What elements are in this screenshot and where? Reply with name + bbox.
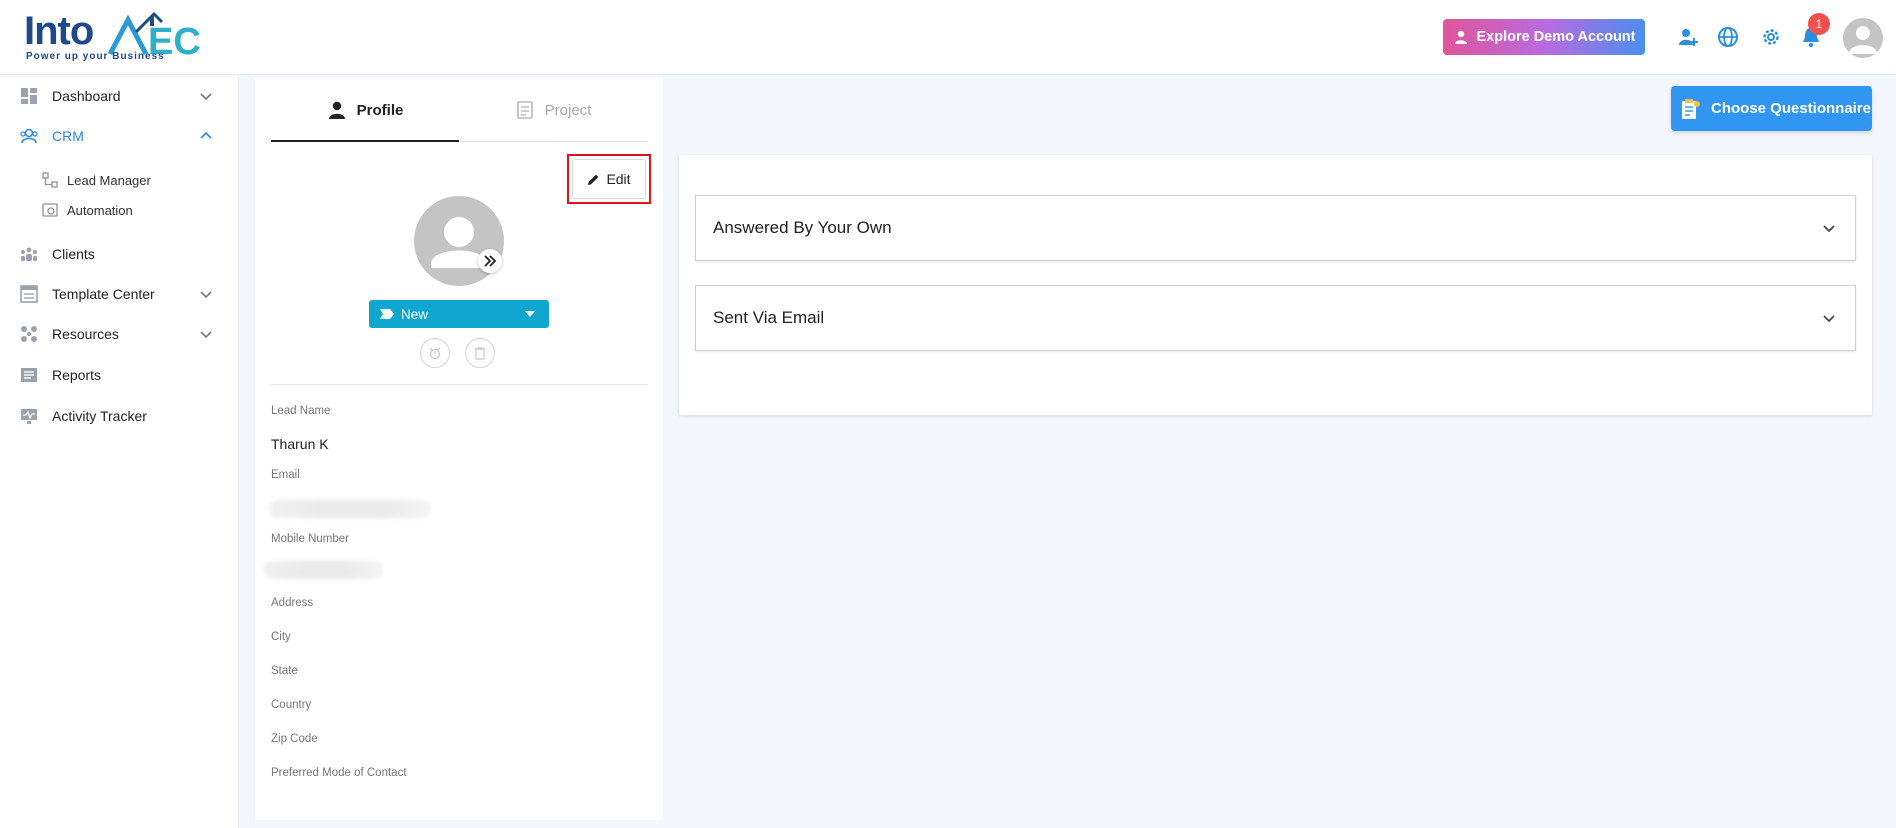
sidebar-subitem-lead-manager[interactable]: Lead Manager <box>0 167 239 193</box>
mobile-number-label: Mobile Number <box>271 533 349 545</box>
sidebar-item-label: Dashboard <box>52 88 121 104</box>
country-label: Country <box>271 699 312 711</box>
user-avatar-icon[interactable] <box>1843 18 1883 58</box>
sidebar-item-label: Template Center <box>52 286 155 302</box>
choose-questionnaire-label: Choose Questionnaire <box>1711 100 1872 117</box>
chevron-down-icon <box>200 93 212 101</box>
lead-name-label: Lead Name <box>271 405 331 417</box>
sidebar-item-dashboard[interactable]: Dashboard <box>0 79 239 113</box>
email-label: Email <box>271 469 300 481</box>
questionnaire-panel: Answered By Your Own Sent Via Email <box>679 155 1872 415</box>
resources-icon <box>20 325 38 343</box>
intoaec-logo[interactable]: IntoAEC EC Power up your Business <box>24 8 201 64</box>
sidebar-item-label: Reports <box>52 367 102 383</box>
avatar-expand-button[interactable] <box>478 249 502 273</box>
trash-icon <box>474 347 486 360</box>
sidebar-item-label: Resources <box>52 326 119 342</box>
chevron-down-icon <box>200 331 212 339</box>
sidebar-item-template-center[interactable]: Template Center <box>0 277 239 311</box>
tab-label: Project <box>544 101 592 119</box>
caret-down-icon <box>525 311 535 317</box>
active-tab-indicator <box>271 140 459 142</box>
state-label: State <box>271 665 298 677</box>
sidebar-item-clients[interactable]: Clients <box>0 237 239 271</box>
sidebar-item-crm[interactable]: CRM <box>0 119 239 153</box>
project-icon <box>516 101 533 119</box>
template-icon <box>20 285 38 303</box>
explore-demo-account-button[interactable]: Explore Demo Account <box>1443 19 1645 55</box>
profile-divider <box>271 384 648 385</box>
sidebar-item-reports[interactable]: Reports <box>0 358 239 392</box>
logo-tagline: Power up your Business <box>26 51 165 62</box>
demo-user-icon <box>1454 30 1467 44</box>
email-value-redacted <box>269 500 431 518</box>
dashboard-icon <box>20 87 38 105</box>
chevron-down-icon <box>1823 225 1835 233</box>
chevron-up-icon <box>200 131 212 139</box>
pencil-icon <box>588 174 599 185</box>
delete-button[interactable] <box>465 338 495 368</box>
sidebar: Dashboard CRM Lead Manager Automation Cl… <box>0 76 239 828</box>
lead-status-value: New <box>401 306 429 322</box>
reports-icon <box>20 366 38 384</box>
crm-icon <box>20 127 38 145</box>
accordion-sent-via-email[interactable]: Sent Via Email <box>695 285 1856 351</box>
alarm-icon <box>429 347 441 360</box>
zip-code-label: Zip Code <box>271 733 318 745</box>
activity-icon <box>20 407 38 425</box>
sidebar-item-label: Activity Tracker <box>52 408 147 424</box>
sidebar-item-label: CRM <box>52 128 84 144</box>
alarm-button[interactable] <box>420 338 450 368</box>
tab-project[interactable]: Project <box>459 78 647 142</box>
notification-badge: 1 <box>1808 13 1830 35</box>
gear-icon[interactable] <box>1758 24 1784 50</box>
address-label: Address <box>271 597 314 609</box>
lead-status-dropdown[interactable]: New <box>369 300 549 328</box>
automation-icon <box>42 203 58 217</box>
tab-profile[interactable]: Profile <box>271 78 459 142</box>
sidebar-subitem-label: Automation <box>67 202 133 218</box>
tab-label: Profile <box>356 101 404 119</box>
sidebar-subitem-automation[interactable]: Automation <box>0 197 239 223</box>
sidebar-subitem-label: Lead Manager <box>67 172 151 188</box>
top-header: IntoAEC EC Power up your Business Explor… <box>0 0 1896 75</box>
questionnaire-icon <box>1682 98 1700 119</box>
add-user-icon[interactable] <box>1675 24 1701 50</box>
chevron-down-icon <box>1823 315 1835 323</box>
chevron-down-icon <box>200 291 212 299</box>
clients-icon <box>20 245 38 263</box>
demo-button-label: Explore Demo Account <box>1476 29 1636 45</box>
double-chevron-right-icon <box>484 255 497 267</box>
sidebar-item-resources[interactable]: Resources <box>0 317 239 351</box>
preferred-contact-label: Preferred Mode of Contact <box>271 767 407 779</box>
edit-button[interactable]: Edit <box>572 159 646 199</box>
sidebar-item-label: Clients <box>52 246 95 262</box>
lead-profile-panel: Profile Project Edit New Lead Name Tharu… <box>255 78 663 820</box>
sidebar-item-activity-tracker[interactable]: Activity Tracker <box>0 399 239 433</box>
lead-manager-icon <box>42 172 58 188</box>
accordion-title: Sent Via Email <box>713 308 825 327</box>
mobile-number-value-redacted <box>263 561 383 579</box>
accordion-answered-by-your-own[interactable]: Answered By Your Own <box>695 195 1856 261</box>
city-label: City <box>271 631 291 643</box>
edit-button-label: Edit <box>606 171 631 187</box>
tag-icon <box>380 309 394 319</box>
globe-icon[interactable] <box>1715 24 1741 50</box>
lead-name-value: Tharun K <box>271 436 329 452</box>
accordion-title: Answered By Your Own <box>713 218 892 237</box>
choose-questionnaire-button[interactable]: Choose Questionnaire <box>1671 86 1872 131</box>
person-icon <box>328 101 345 119</box>
